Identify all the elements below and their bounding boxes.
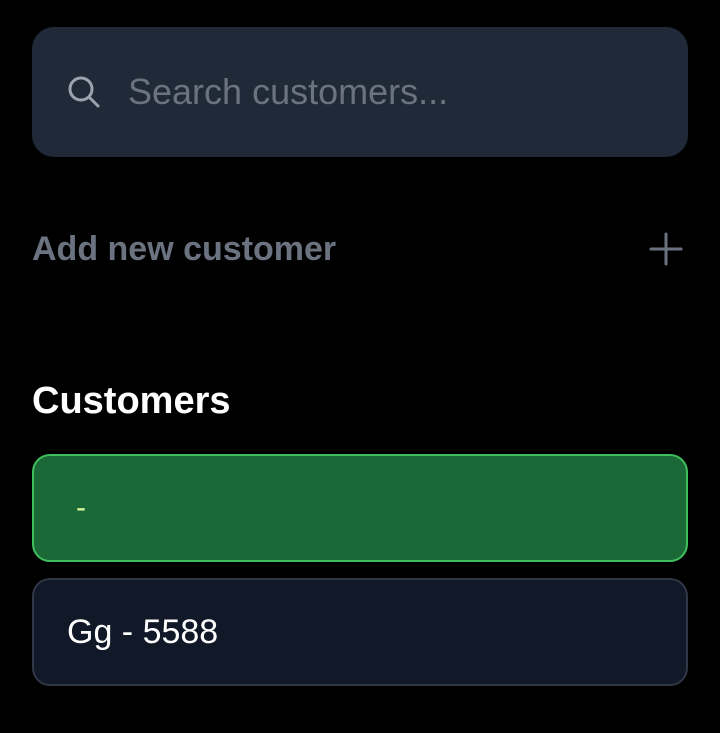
add-new-customer-label: Add new customer <box>32 229 337 268</box>
customer-item[interactable]: Gg - 5588 <box>32 578 688 686</box>
search-icon <box>68 76 100 108</box>
search-input[interactable] <box>128 62 648 122</box>
add-new-customer-button[interactable]: Add new customer <box>32 210 688 288</box>
customer-picker-panel: Add new customer Customers - Gg - 5588 <box>0 0 720 733</box>
plus-icon[interactable] <box>648 231 684 267</box>
customers-section-title: Customers <box>32 380 231 422</box>
customer-item-label: Gg - 5588 <box>67 612 219 651</box>
customer-item-label: - <box>76 491 86 524</box>
customer-item-selected[interactable]: - <box>32 454 688 562</box>
